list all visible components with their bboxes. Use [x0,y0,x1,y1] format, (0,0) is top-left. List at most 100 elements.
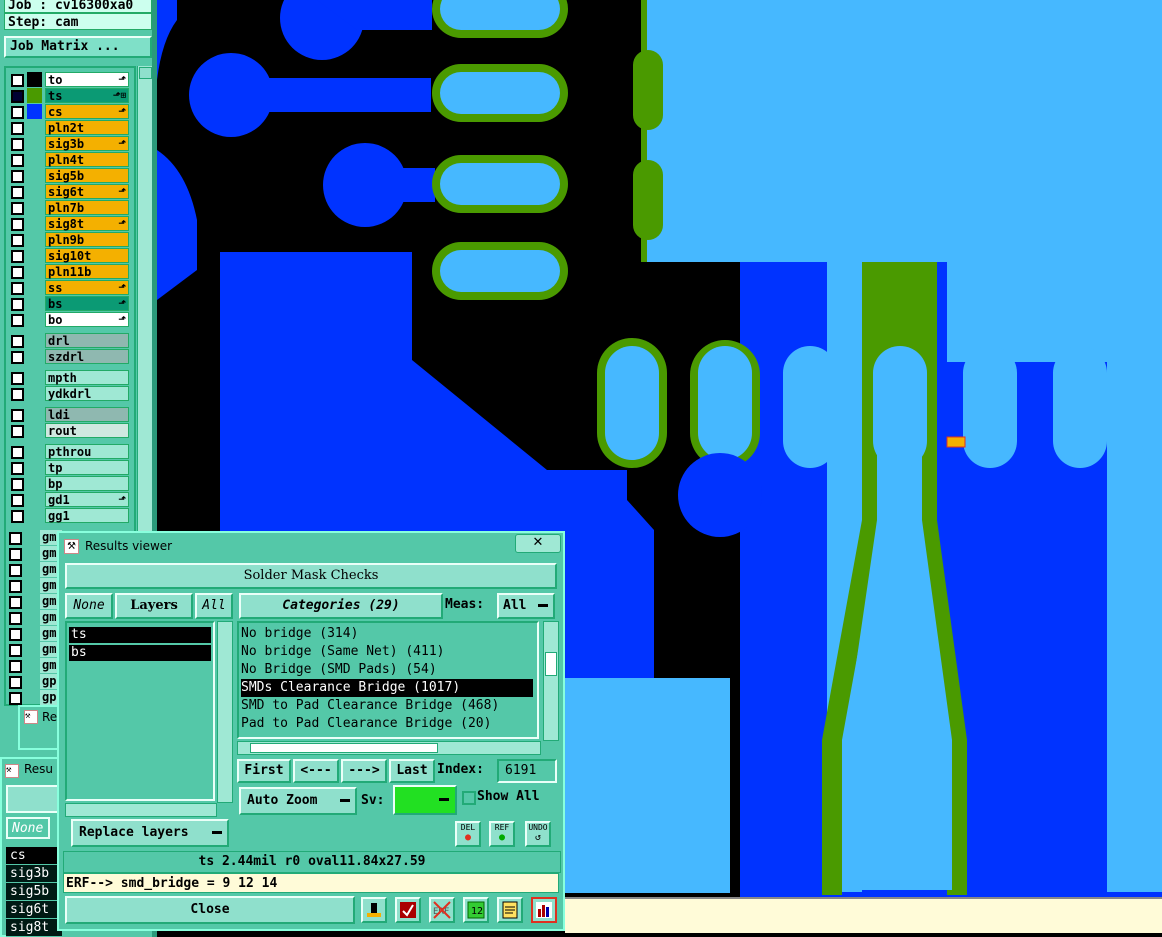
layer-row-sig6t[interactable]: sig6t ⬏ [9,184,129,199]
layer-row-szdrl[interactable]: szdrl [9,349,129,364]
layer-checkbox[interactable] [11,122,24,135]
layer-checkbox[interactable] [11,202,24,215]
layer-row-pln7b[interactable]: pln7b [9,200,129,215]
layer-row-pln11b[interactable]: pln11b [9,264,129,279]
layer-checkbox[interactable] [9,628,22,641]
none-button[interactable]: None [65,593,113,619]
layer-checkbox[interactable] [9,532,22,545]
behind-none-button[interactable]: None [6,817,50,839]
first-button[interactable]: First [237,759,291,783]
close-icon[interactable]: ✕ [515,534,561,553]
scroll-up-arrow-icon[interactable] [139,67,152,79]
job-matrix-button[interactable]: Job Matrix ... [4,36,152,58]
layer-name[interactable]: gd1 ⬏ [45,492,129,507]
layer-checkbox[interactable] [11,335,24,348]
layers-listbox[interactable]: ts bs [65,621,215,801]
layer-row-drl[interactable]: drl [9,333,129,348]
layer-row-gd1[interactable]: gd1 ⬏ [9,492,129,507]
layer-row-ts[interactable]: ts ⬏⊞ [9,88,129,103]
layer-checkbox[interactable] [11,314,24,327]
categories-hscrollbar[interactable] [237,741,541,755]
delete-icon[interactable]: DEL ● [455,821,481,847]
report-icon[interactable] [395,897,421,923]
layer-checkbox[interactable] [11,250,24,263]
layer-name[interactable]: tp [45,460,129,475]
severity-color-dropdown[interactable] [393,785,457,815]
layer-name[interactable]: rout [45,423,129,438]
layer-checkbox[interactable] [9,660,22,673]
show-all-checkbox[interactable] [462,791,476,805]
layer-checkbox[interactable] [11,351,24,364]
layer-checkbox[interactable] [11,510,24,523]
layer-checkbox[interactable] [11,106,24,119]
category-item[interactable]: No bridge (314) [241,625,358,643]
auto-zoom-dropdown[interactable]: Auto Zoom [239,787,357,815]
layer-name[interactable]: sig6t ⬏ [45,184,129,199]
layer-checkbox[interactable] [9,692,22,705]
categories-listbox[interactable]: No bridge (314) No bridge (Same Net) (411… [237,621,539,739]
layer-checkbox[interactable] [9,564,22,577]
layer-checkbox[interactable] [11,74,24,87]
layer-name[interactable]: pln2t [45,120,129,135]
meas-dropdown[interactable]: All [497,593,555,619]
layer-checkbox[interactable] [11,154,24,167]
layer-row-tp[interactable]: tp [9,460,129,475]
layer-name[interactable]: szdrl [45,349,129,364]
category-item[interactable]: SMDs Clearance Bridge (1017) [241,679,533,697]
layer-name[interactable]: to ⬏ [45,72,129,87]
histogram-icon[interactable] [531,897,557,923]
solder-mask-checks-header[interactable]: Solder Mask Checks [65,563,557,589]
numbering-icon[interactable]: 12 [463,897,489,923]
replace-layers-dropdown[interactable]: Replace layers [71,819,229,847]
dialog-titlebar[interactable]: ⚒ Results viewer ✕ [59,533,563,559]
layer-name[interactable]: sig3b ⬏ [45,136,129,151]
layer-name[interactable]: bo ⬏ [45,312,129,327]
layer-name[interactable]: pln4t [45,152,129,167]
layer-name[interactable]: pln11b [45,264,129,279]
layer-name[interactable]: bs ⬏ [45,296,129,311]
notes-icon[interactable] [497,897,523,923]
measure-icon[interactable] [361,897,387,923]
layer-checkbox[interactable] [11,409,24,422]
results-window-behind-2[interactable]: ⚒ Resu None cs sig3b sig5b sig6t sig8t [0,757,62,937]
layer-row-rout[interactable]: rout [9,423,129,438]
last-button[interactable]: Last [389,759,435,783]
layer-checkbox[interactable] [11,90,24,103]
layer-row-ldi[interactable]: ldi [9,407,129,422]
scroll-thumb[interactable] [545,652,557,676]
results-window-behind[interactable]: ⚒ Re [18,705,60,750]
layer-row-pln9b[interactable]: pln9b [9,232,129,247]
layer-row-ydkdrl[interactable]: ydkdrl [9,386,129,401]
layer-name[interactable]: pthrou [45,444,129,459]
layer-row-sig10t[interactable]: sig10t [9,248,129,263]
close-button[interactable]: Close [65,896,355,924]
layer-checkbox[interactable] [11,446,24,459]
behind-layer-item[interactable]: sig6t [6,901,62,919]
layer-row-pln4t[interactable]: pln4t [9,152,129,167]
layer-row-cs[interactable]: cs ⬏ [9,104,129,119]
layer-checkbox[interactable] [11,218,24,231]
layer-checkbox[interactable] [9,580,22,593]
layer-checkbox[interactable] [11,138,24,151]
layer-name[interactable]: mpth [45,370,129,385]
layers-scrollbar[interactable] [217,621,233,803]
layer-row-to[interactable]: to ⬏ [9,72,129,87]
layer-checkbox[interactable] [9,596,22,609]
prev-button[interactable]: <--- [293,759,339,783]
layer-row-bp[interactable]: bp [9,476,129,491]
layer-name[interactable]: ydkdrl [45,386,129,401]
layer-row-sig8t[interactable]: sig8t ⬏ [9,216,129,231]
all-button[interactable]: All [195,593,233,619]
layer-name[interactable]: pln9b [45,232,129,247]
layer-row-ss[interactable]: ss ⬏ [9,280,129,295]
layer-row-gg1[interactable]: gg1 [9,508,129,523]
erf-disabled-icon[interactable]: ERF [429,897,455,923]
layer-row-mpth[interactable]: mpth [9,370,129,385]
layer-checkbox[interactable] [11,282,24,295]
layer-checkbox[interactable] [11,478,24,491]
layer-checkbox[interactable] [9,644,22,657]
layer-name[interactable]: sig10t [45,248,129,263]
layer-name[interactable]: ts ⬏⊞ [45,88,129,103]
layer-checkbox[interactable] [9,676,22,689]
layers-button[interactable]: Layers [115,593,193,619]
